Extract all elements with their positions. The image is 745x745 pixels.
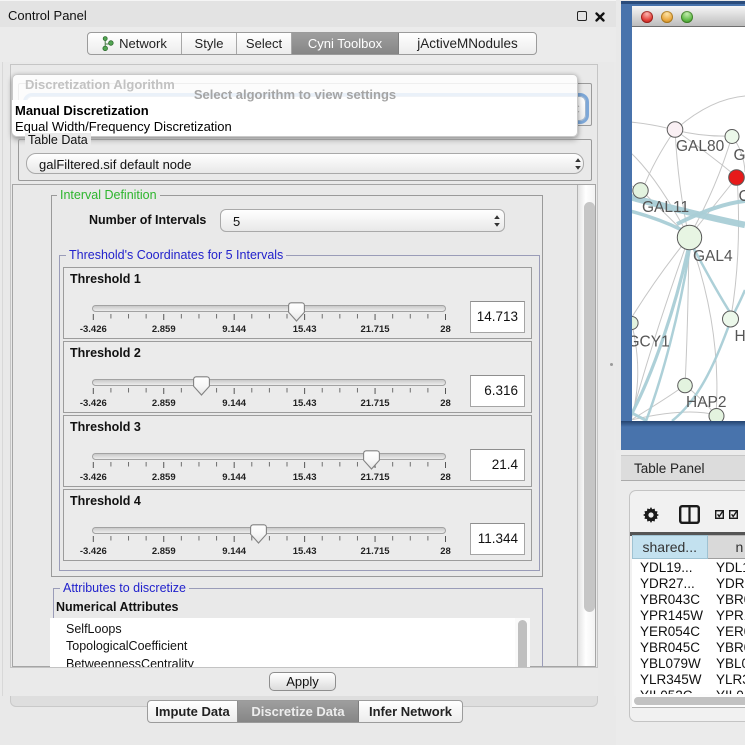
svg-text:GAL4: GAL4	[693, 248, 733, 265]
svg-text:GA: GA	[734, 147, 745, 164]
svg-text:GCY1: GCY1	[632, 334, 670, 351]
svg-text:C: C	[739, 188, 745, 205]
svg-text:H: H	[735, 328, 745, 345]
svg-text:GAL80: GAL80	[676, 138, 725, 155]
svg-text:HAP2: HAP2	[686, 394, 727, 411]
svg-text:GAL11: GAL11	[642, 199, 689, 216]
